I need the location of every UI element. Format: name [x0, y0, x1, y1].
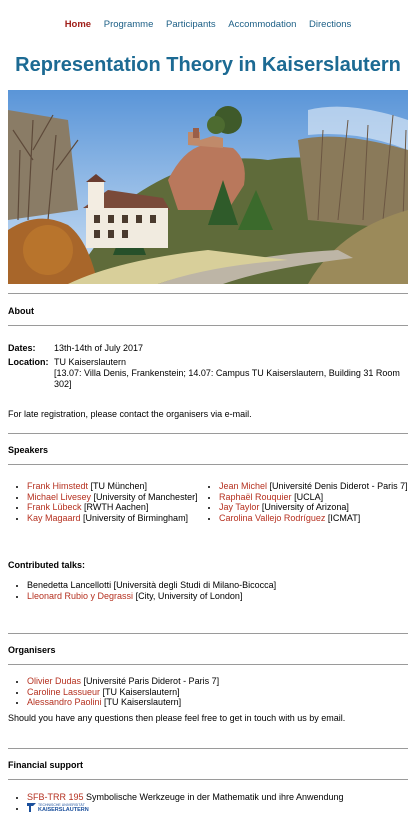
section-heading-speakers: Speakers	[8, 445, 49, 455]
top-nav: Home Programme Participants Accommodatio…	[0, 19, 416, 30]
nav-participants[interactable]: Participants	[166, 19, 216, 30]
list-item: Benedetta Lancellotti [Università degli …	[27, 580, 408, 591]
affiliation: [Université Paris Diderot - Paris 7]	[81, 676, 220, 686]
person-link[interactable]: Jay Taylor	[219, 502, 259, 512]
list-item: Jay Taylor [University of Arizona]	[219, 502, 408, 513]
person-link[interactable]: Frank Lübeck	[27, 502, 82, 512]
person-link[interactable]: Olivier Dudas	[27, 676, 81, 686]
person-link[interactable]: Alessandro Paolini	[27, 697, 102, 707]
tu-logo-icon	[27, 803, 36, 812]
divider	[8, 633, 408, 634]
list-item: Frank Lübeck [RWTH Aachen]	[27, 502, 200, 513]
section-heading-organisers: Organisers	[8, 645, 56, 655]
list-item: Alessandro Paolini [TU Kaiserslautern]	[27, 697, 408, 708]
list-item: SFB-TRR 195 Symbolische Werkzeuge in der…	[27, 792, 408, 803]
funding-list: SFB-TRR 195 Symbolische Werkzeuge in der…	[8, 792, 408, 815]
registration-note: For late registration, please contact th…	[8, 409, 252, 419]
organisers-list: Olivier Dudas [Université Paris Diderot …	[8, 676, 408, 708]
page-title: Representation Theory in Kaiserslautern	[15, 54, 401, 76]
list-item: TECHNISCHE UNIVERSITÄT KAISERSLAUTERN	[27, 803, 408, 815]
person-link[interactable]: Frank Himstedt	[27, 481, 88, 491]
person-link[interactable]: Carolina Vallejo Rodríguez	[219, 513, 325, 523]
logo-text-line2: KAISERSLAUTERN	[38, 806, 89, 813]
affiliation: [Université Denis Diderot - Paris 7]	[267, 481, 408, 491]
person-link[interactable]: Lleonard Rubio y Degrassi	[27, 591, 133, 601]
affiliation: [City, University of London]	[133, 590, 243, 601]
sfb-trr-link[interactable]: SFB-TRR 195	[27, 792, 84, 802]
section-heading-about: About	[8, 306, 34, 316]
person-link[interactable]: Raphaël Rouquier	[219, 492, 292, 502]
list-item: Raphaël Rouquier [UCLA]	[219, 492, 408, 503]
affiliation: [University of Manchester]	[91, 491, 198, 502]
section-heading-financial-support: Financial support	[8, 760, 84, 770]
affiliation: [University of Birmingham]	[80, 512, 189, 523]
person-link[interactable]: Caroline Lassueur	[27, 687, 100, 697]
section-heading-contributed: Contributed talks:	[8, 560, 86, 570]
list-item: Carolina Vallejo Rodríguez [ICMAT]	[219, 513, 408, 524]
affiliation: Benedetta Lancellotti [Università degli …	[27, 580, 277, 590]
nav-accommodation[interactable]: Accommodation	[228, 19, 296, 30]
affiliation: [University of Arizona]	[259, 502, 349, 512]
speakers-right-column: Jean Michel [Université Denis Diderot - …	[200, 481, 408, 523]
list-item: Olivier Dudas [Université Paris Diderot …	[27, 676, 408, 687]
divider	[8, 325, 408, 326]
nav-directions[interactable]: Directions	[309, 19, 351, 30]
location-value: TU Kaiserslautern	[54, 357, 127, 367]
divider	[8, 748, 408, 749]
list-item: Jean Michel [Université Denis Diderot - …	[219, 481, 408, 492]
location-detail: [13.07: Villa Denis, Frankenstein; 14.07…	[54, 368, 400, 389]
person-link[interactable]: Jean Michel	[219, 481, 267, 491]
affiliation: [UCLA]	[291, 491, 324, 502]
about-details: Dates: 13th-14th of July 2017 Location: …	[8, 343, 406, 390]
affiliation: [TU Kaiserslautern]	[101, 697, 182, 707]
affiliation: [TU Kaiserslautern]	[100, 686, 180, 697]
speakers-left-column: Frank Himstedt [TU München]Michael Lives…	[8, 481, 200, 523]
list-item: Frank Himstedt [TU München]	[27, 481, 200, 492]
person-link[interactable]: Kay Magaard	[27, 513, 81, 523]
funding-description: Symbolische Werkzeuge in der Mathematik …	[83, 792, 344, 802]
affiliation: [ICMAT]	[325, 512, 361, 523]
nav-programme[interactable]: Programme	[104, 19, 154, 30]
nav-home[interactable]: Home	[65, 19, 91, 30]
divider	[8, 664, 408, 665]
dates-label: Dates:	[8, 343, 36, 353]
list-item: Caroline Lassueur [TU Kaiserslautern]	[27, 687, 408, 698]
list-item: Kay Magaard [University of Birmingham]	[27, 513, 200, 524]
list-item: Michael Livesey [University of Mancheste…	[27, 492, 200, 503]
dates-value: 13th-14th of July 2017	[54, 343, 144, 353]
divider	[8, 433, 408, 434]
affiliation: [RWTH Aachen]	[81, 502, 149, 512]
location-label: Location:	[8, 357, 49, 367]
contributed-list: Benedetta Lancellotti [Università degli …	[8, 580, 408, 601]
list-item: Lleonard Rubio y Degrassi [City, Univers…	[27, 591, 408, 602]
person-link[interactable]: Michael Livesey	[27, 492, 91, 502]
hero-image	[8, 90, 408, 284]
tu-kaiserslautern-logo[interactable]: TECHNISCHE UNIVERSITÄT KAISERSLAUTERN	[27, 803, 89, 815]
divider	[8, 779, 408, 780]
divider	[8, 464, 408, 465]
contact-note: Should you have any questions then pleas…	[8, 713, 346, 723]
affiliation: [TU München]	[88, 481, 148, 491]
divider	[8, 293, 408, 294]
